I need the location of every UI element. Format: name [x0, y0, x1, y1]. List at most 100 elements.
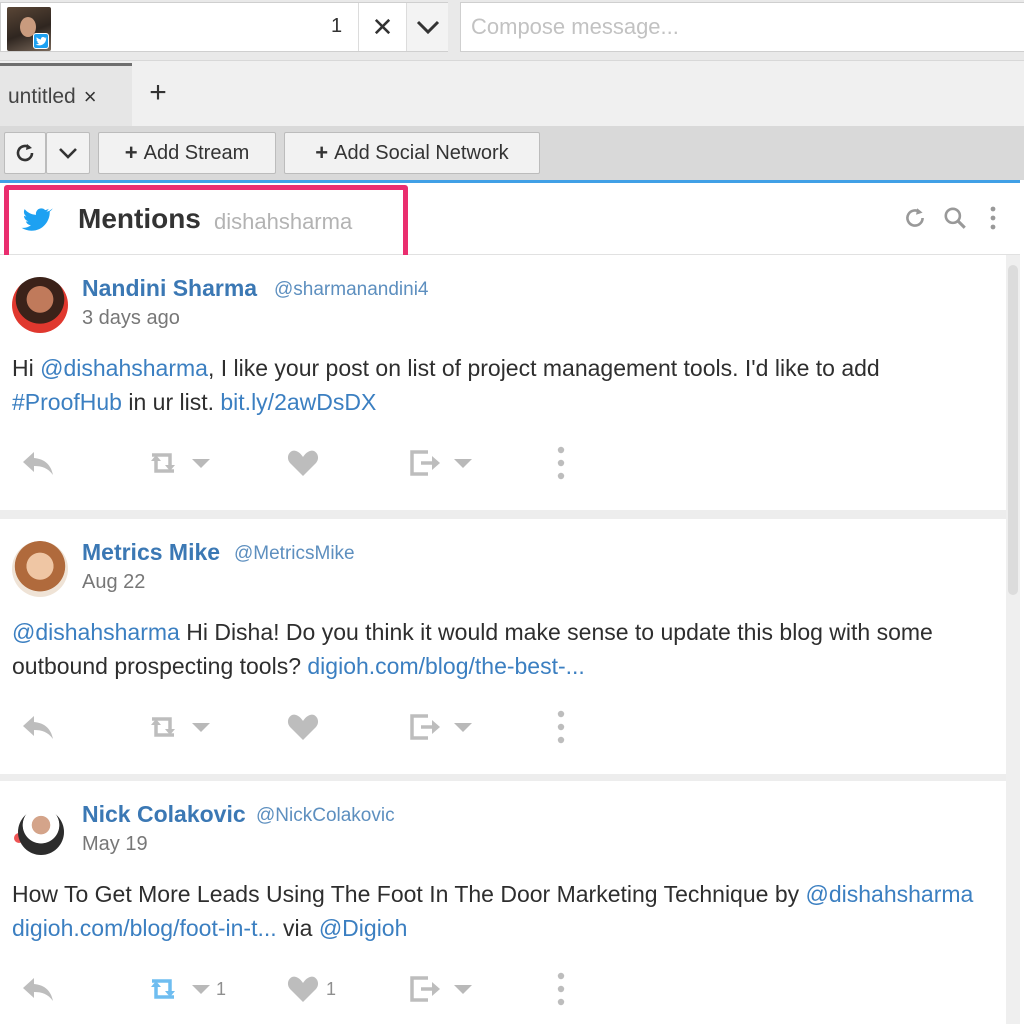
url-link[interactable]: digioh.com/blog/foot-in-t...	[12, 915, 277, 941]
refresh-options-dropdown[interactable]	[46, 132, 90, 174]
scrollbar-thumb[interactable]	[1008, 265, 1018, 595]
close-icon[interactable]: ×	[84, 84, 97, 110]
twitter-icon	[33, 33, 49, 49]
more-vertical-icon	[557, 972, 565, 1006]
retweet-count: 1	[216, 978, 227, 999]
more-vertical-icon	[557, 446, 565, 480]
refresh-streams-button[interactable]	[4, 132, 46, 174]
mentions-stream: Mentions dishahsharma Nandini Sharma @sh…	[0, 180, 1020, 1024]
tweet-author-handle[interactable]: @MetricsMike	[234, 543, 355, 565]
chevron-down-icon[interactable]	[192, 458, 210, 468]
tweet-more-button[interactable]	[556, 443, 566, 483]
share-icon	[410, 714, 440, 740]
stream-header: Mentions dishahsharma	[0, 183, 1020, 265]
heart-icon	[287, 450, 319, 476]
mention-link[interactable]: @dishahsharma	[806, 881, 974, 907]
url-link[interactable]: digioh.com/blog/the-best-...	[307, 653, 584, 679]
tweet-timestamp[interactable]: May 19	[82, 833, 148, 856]
share-button[interactable]	[408, 707, 472, 747]
tweet-actions	[0, 707, 1006, 747]
heart-icon	[287, 976, 319, 1002]
reply-icon	[23, 452, 53, 475]
mention-link[interactable]: @dishahsharma	[12, 619, 180, 645]
avatar[interactable]	[18, 809, 64, 855]
tweet-author-name[interactable]: Metrics Mike	[82, 539, 220, 566]
tweet-text: How To Get More Leads Using The Foot In …	[12, 881, 974, 941]
url-link[interactable]: bit.ly/2awDsDX	[220, 389, 376, 415]
share-icon	[410, 976, 440, 1002]
search-stream-button[interactable]	[940, 203, 970, 233]
like-button[interactable]: 1	[286, 969, 336, 1009]
chevron-down-icon[interactable]	[192, 722, 210, 732]
retweet-icon	[151, 453, 175, 473]
avatar[interactable]	[12, 541, 68, 597]
share-button[interactable]	[408, 443, 472, 483]
tweet-actions	[0, 443, 1006, 483]
retweet-button[interactable]	[146, 707, 210, 747]
tweet-timestamp[interactable]: 3 days ago	[82, 307, 180, 330]
tweet-author-name[interactable]: Nick Colakovic	[82, 801, 246, 828]
stream-scrollbar[interactable]	[1006, 255, 1020, 1024]
like-button[interactable]	[286, 707, 320, 747]
tweet-author-handle[interactable]: @sharmanandini4	[274, 279, 429, 301]
tweet-item: Nick Colakovic @NickColakovic May 19 How…	[0, 781, 1006, 1024]
tweet-author-name[interactable]: Nandini Sharma	[82, 275, 257, 302]
tab-untitled[interactable]: untitled ×	[0, 63, 132, 127]
heart-icon	[287, 714, 319, 740]
add-tab-button[interactable]: +	[140, 73, 176, 113]
compose-bar: 1 ✕	[0, 0, 1024, 60]
share-icon	[410, 450, 440, 476]
share-button[interactable]	[408, 969, 472, 1009]
mention-link[interactable]: @Digioh	[319, 915, 408, 941]
profile-picker[interactable]: 1 ✕	[0, 2, 448, 52]
avatar[interactable]	[7, 7, 51, 51]
more-vertical-icon	[990, 206, 996, 230]
chevron-down-icon	[59, 148, 77, 159]
add-social-network-label: Add Social Network	[334, 141, 509, 164]
clear-profiles-button[interactable]: ✕	[358, 3, 406, 51]
reply-icon	[23, 716, 53, 739]
chevron-down-icon[interactable]	[192, 984, 210, 994]
avatar[interactable]	[12, 277, 68, 333]
tweet-more-button[interactable]	[556, 969, 566, 1009]
add-social-network-button[interactable]: + Add Social Network	[284, 132, 540, 174]
tweet-timestamp[interactable]: Aug 22	[82, 571, 145, 594]
hashtag-link[interactable]: #ProofHub	[12, 389, 122, 415]
refresh-icon	[906, 208, 924, 227]
reply-icon	[23, 978, 53, 1001]
retweet-button[interactable]	[146, 443, 210, 483]
add-stream-button[interactable]: + Add Stream	[98, 132, 276, 174]
stream-menu-button[interactable]	[978, 203, 1008, 233]
profile-dropdown-button[interactable]	[406, 3, 448, 51]
chevron-down-icon	[416, 20, 439, 35]
refresh-icon	[16, 144, 34, 162]
reply-button[interactable]	[20, 969, 56, 1009]
plus-icon: +	[124, 140, 138, 165]
selected-profile-count: 1	[331, 15, 343, 37]
retweet-icon	[151, 717, 175, 737]
mention-link[interactable]: @dishahsharma	[40, 355, 208, 381]
chevron-down-icon[interactable]	[454, 458, 472, 468]
tweet-actions: 1 1	[0, 969, 1006, 1009]
tweet-author-handle[interactable]: @NickColakovic	[256, 805, 395, 827]
retweet-button[interactable]: 1	[146, 969, 226, 1009]
tweet-item: Nandini Sharma @sharmanandini4 3 days ag…	[0, 255, 1006, 510]
reply-button[interactable]	[20, 707, 56, 747]
more-vertical-icon	[557, 710, 565, 744]
highlight-annotation	[4, 185, 408, 265]
tab-label: untitled	[8, 84, 76, 108]
refresh-stream-button[interactable]	[900, 203, 930, 233]
like-button[interactable]	[286, 443, 320, 483]
chevron-down-icon[interactable]	[454, 984, 472, 994]
tweet-more-button[interactable]	[556, 707, 566, 747]
chevron-down-icon[interactable]	[454, 722, 472, 732]
compose-message-field[interactable]	[460, 2, 1024, 52]
tweet-text: @dishahsharma Hi Disha! Do you think it …	[12, 619, 933, 679]
like-count: 1	[326, 978, 337, 999]
add-stream-label: Add Stream	[143, 141, 250, 164]
stream-toolbar: + Add Stream + Add Social Network	[0, 126, 1024, 180]
tweet-text: Hi @dishahsharma, I like your post on li…	[12, 355, 880, 415]
compose-message-input[interactable]	[461, 3, 1024, 51]
search-icon	[944, 207, 966, 229]
reply-button[interactable]	[20, 443, 56, 483]
